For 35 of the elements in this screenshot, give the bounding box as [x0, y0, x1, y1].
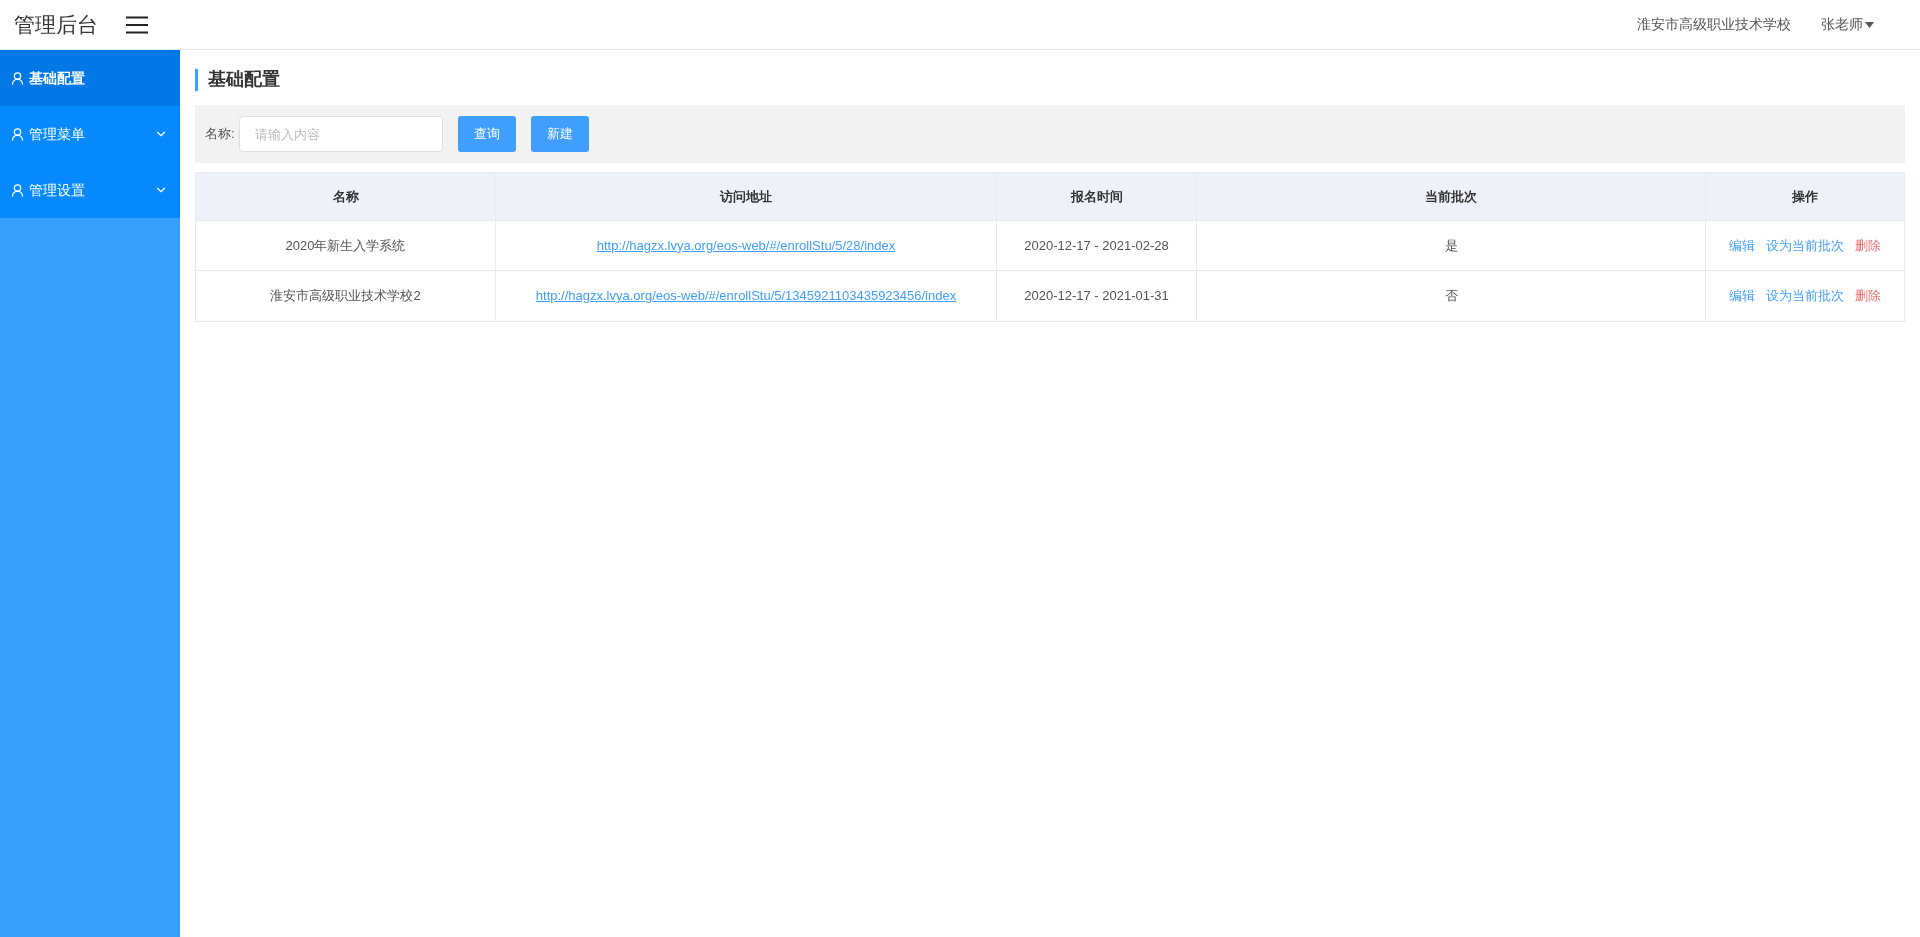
user-menu[interactable]: 张老师: [1821, 14, 1874, 35]
url-link[interactable]: http://hagzx.lvya.org/eos-web/#/enrollStu/5/28/index: [596, 235, 896, 256]
table-cell: 2020-12-17 - 2021-02-28: [997, 221, 1197, 270]
action-button[interactable]: 新建: [530, 116, 589, 152]
table-cell: 2020-12-17 - 2021-01-31: [997, 271, 1197, 321]
action-link[interactable]: 设为当前批次: [1766, 235, 1844, 256]
name-input[interactable]: 请输入内容: [238, 116, 443, 152]
caret-icon: [1865, 21, 1874, 28]
user-icon: [10, 126, 25, 142]
action-link[interactable]: 删除: [1855, 286, 1881, 306]
column-header: 报名时间: [997, 173, 1197, 220]
sidebar-item[interactable]: 管理菜单: [0, 106, 180, 162]
table-cell: 2020年新生入学系统: [196, 221, 496, 270]
table-cell: 否: [1197, 271, 1706, 321]
sidebar-item[interactable]: 管理设置: [0, 162, 180, 218]
table-cell: 是: [1197, 221, 1706, 270]
action-link[interactable]: 编辑: [1729, 235, 1755, 256]
column-header: 当前批次: [1197, 173, 1706, 220]
menu-icon[interactable]: [126, 15, 148, 34]
page-title: 基础配置: [208, 68, 280, 91]
url-link[interactable]: http://hagzx.lvya.org/eos-web/#/enrollStu/5/1345921103435923456/index: [535, 286, 957, 306]
school-name: 淮安市高级职业技术学校: [1637, 15, 1791, 34]
name-label: 名称:: [205, 125, 235, 144]
user-icon: [10, 70, 25, 86]
column-header: 名称: [196, 173, 496, 220]
action-link[interactable]: 编辑: [1729, 286, 1755, 306]
sidebar-item[interactable]: 基础配置: [0, 50, 180, 106]
app-title: 管理后台: [14, 11, 98, 38]
column-header: 访问地址: [496, 173, 997, 220]
table-cell: 淮安市高级职业技术学校2: [196, 271, 496, 321]
user-icon: [10, 182, 25, 198]
action-link[interactable]: 删除: [1855, 235, 1881, 256]
action-link[interactable]: 设为当前批次: [1766, 286, 1844, 306]
action-button[interactable]: 查询: [457, 116, 516, 152]
column-header: 操作: [1791, 187, 1819, 206]
